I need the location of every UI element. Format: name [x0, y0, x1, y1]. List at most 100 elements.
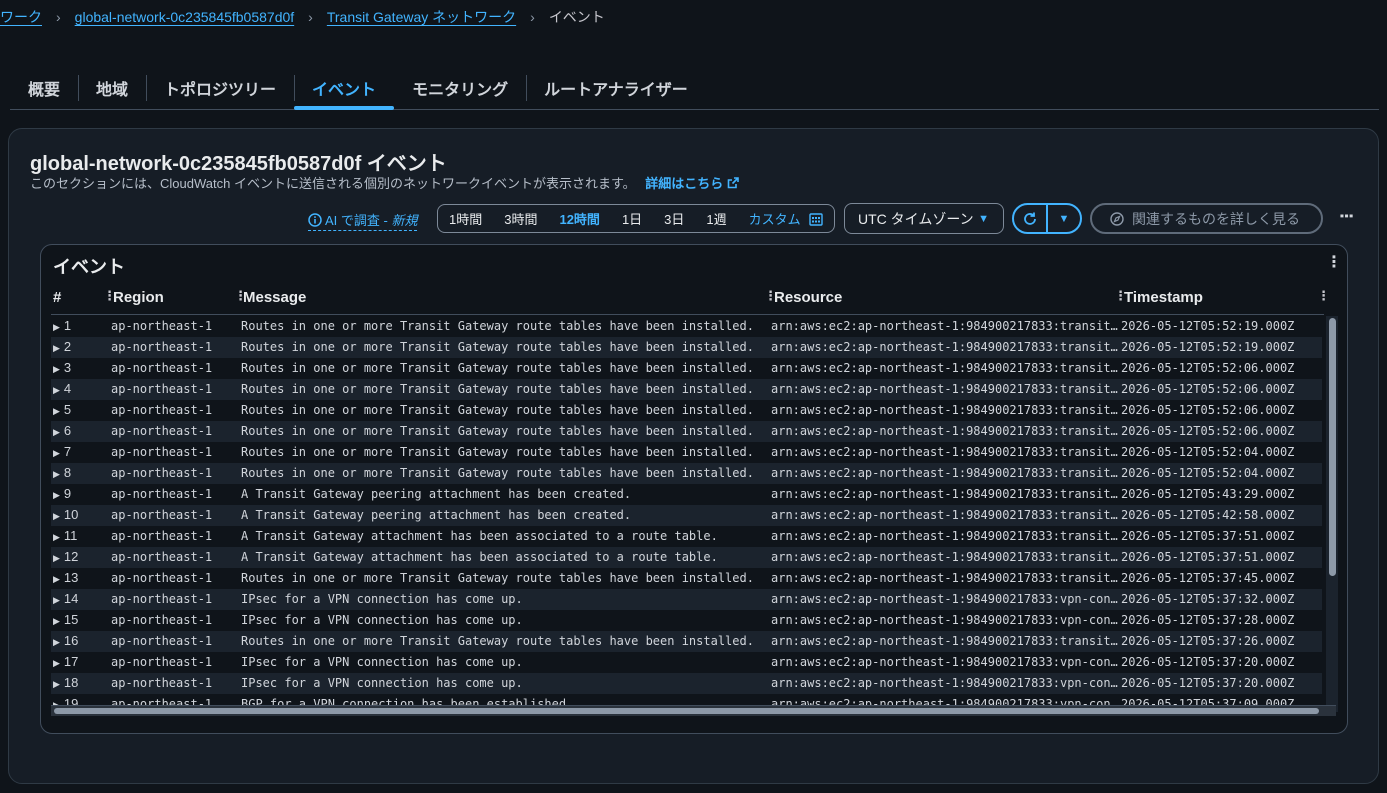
table-row[interactable]: ▶ 11 ap-northeast-1 A Transit Gateway attac… [51, 526, 1322, 547]
breadcrumb-item-transit-gateway-network[interactable]: Transit Gateway ネットワーク [327, 7, 516, 27]
table-row[interactable]: ▶ 1 ap-northeast-1 Routes in one or more Tr… [51, 316, 1322, 337]
calendar-icon[interactable] [808, 212, 823, 226]
expand-row-icon[interactable]: ▶ [53, 406, 60, 416]
horizontal-scrollbar[interactable] [51, 705, 1336, 716]
tab-regions[interactable]: 地域 [78, 66, 146, 109]
tab-topology-tree[interactable]: トポロジツリー [146, 66, 294, 109]
column-resize-handle[interactable] [764, 288, 777, 304]
cell-message: Routes in one or more Transit Gateway ro… [241, 382, 754, 396]
ai-investigate-label: AI で調査 - [325, 213, 392, 228]
table-row[interactable]: ▶ 10 ap-northeast-1 A Transit Gateway peeri… [51, 505, 1322, 526]
expand-row-icon[interactable]: ▶ [53, 385, 60, 395]
more-actions-icon[interactable]: ⋮ [1337, 208, 1354, 224]
expand-row-icon[interactable]: ▶ [53, 448, 60, 458]
expand-row-icon[interactable]: ▶ [53, 322, 60, 332]
cell-timestamp: 2026-05-12T05:37:20.000Z [1121, 676, 1295, 690]
row-number: ▶ 4 [53, 381, 103, 396]
expand-row-icon[interactable]: ▶ [53, 574, 60, 584]
column-header-timestamp[interactable]: Timestamp [1124, 289, 1203, 306]
expand-row-icon[interactable]: ▶ [53, 637, 60, 647]
cell-resource: arn:aws:ec2:ap-northeast-1:984900217833:… [771, 487, 1118, 501]
table-row[interactable]: ▶ 6 ap-northeast-1 Routes in one or more Tr… [51, 421, 1322, 442]
time-range-selector: 1時間 3時間 12時間 1日 3日 1週 カスタム [437, 204, 835, 233]
learn-more-link[interactable]: 詳細はこちら [645, 176, 740, 191]
panel-actions-icon[interactable]: ⋮ [1326, 255, 1342, 271]
refresh-options-dropdown[interactable]: ▼ [1046, 205, 1080, 232]
row-number: ▶ 11 [53, 528, 103, 543]
range-1d[interactable]: 1日 [622, 209, 642, 228]
tab-overview[interactable]: 概要 [10, 66, 78, 109]
column-header-resource[interactable]: Resource [774, 289, 842, 306]
table-row[interactable]: ▶ 18 ap-northeast-1 IPsec for a VPN connect… [51, 673, 1322, 694]
cell-message: Routes in one or more Transit Gateway ro… [241, 340, 754, 354]
expand-row-icon[interactable]: ▶ [53, 553, 60, 563]
column-header-number[interactable]: # [53, 289, 61, 306]
range-custom[interactable]: カスタム [749, 209, 801, 228]
range-1h[interactable]: 1時間 [449, 209, 482, 228]
cell-region: ap-northeast-1 [111, 466, 213, 480]
explore-related-label: 関連するものを詳しく見る [1132, 210, 1300, 227]
cell-region: ap-northeast-1 [111, 676, 213, 690]
range-1w[interactable]: 1週 [706, 209, 726, 228]
vertical-scrollbar[interactable] [1326, 316, 1338, 712]
cell-timestamp: 2026-05-12T05:52:04.000Z [1121, 466, 1295, 480]
timezone-select[interactable]: UTC タイムゾーン ▼ [844, 203, 1004, 234]
expand-row-icon[interactable]: ▶ [53, 658, 60, 668]
cell-resource: arn:aws:ec2:ap-northeast-1:984900217833:… [771, 466, 1118, 480]
column-header-region[interactable]: Region [113, 289, 164, 306]
expand-row-icon[interactable]: ▶ [53, 469, 60, 479]
table-row[interactable]: ▶ 5 ap-northeast-1 Routes in one or more Tr… [51, 400, 1322, 421]
cell-region: ap-northeast-1 [111, 403, 213, 417]
column-resize-handle[interactable] [234, 288, 247, 304]
table-row[interactable]: ▶ 12 ap-northeast-1 A Transit Gateway attac… [51, 547, 1322, 568]
table-row[interactable]: ▶ 14 ap-northeast-1 IPsec for a VPN connect… [51, 589, 1322, 610]
ai-investigate-link[interactable]: AI で調査 - 新規 [308, 210, 418, 231]
expand-row-icon[interactable]: ▶ [53, 511, 60, 521]
table-row[interactable]: ▶ 4 ap-northeast-1 Routes in one or more Tr… [51, 379, 1322, 400]
row-number-value: 15 [63, 612, 79, 627]
vertical-scrollbar-thumb[interactable] [1329, 318, 1336, 576]
horizontal-scrollbar-thumb[interactable] [54, 708, 1319, 714]
cell-region: ap-northeast-1 [111, 592, 213, 606]
table-row[interactable]: ▶ 17 ap-northeast-1 IPsec for a VPN connect… [51, 652, 1322, 673]
table-row[interactable]: ▶ 15 ap-northeast-1 IPsec for a VPN connect… [51, 610, 1322, 631]
column-resize-handle[interactable] [103, 288, 116, 304]
breadcrumb-item-network[interactable]: ワーク [0, 7, 42, 27]
table-row[interactable]: ▶ 9 ap-northeast-1 A Transit Gateway peerin… [51, 484, 1322, 505]
explore-related-button[interactable]: 関連するものを詳しく見る [1090, 203, 1323, 234]
breadcrumb-item-global-network[interactable]: global-network-0c235845fb0587d0f [75, 9, 295, 25]
cell-message: Routes in one or more Transit Gateway ro… [241, 319, 754, 333]
row-number: ▶ 3 [53, 360, 103, 375]
table-row[interactable]: ▶ 7 ap-northeast-1 Routes in one or more Tr… [51, 442, 1322, 463]
table-row[interactable]: ▶ 8 ap-northeast-1 Routes in one or more Tr… [51, 463, 1322, 484]
table-row[interactable]: ▶ 16 ap-northeast-1 Routes in one or more T… [51, 631, 1322, 652]
column-header-message[interactable]: Message [243, 289, 306, 306]
cell-message: Routes in one or more Transit Gateway ro… [241, 403, 754, 417]
range-3d[interactable]: 3日 [664, 209, 684, 228]
cell-resource: arn:aws:ec2:ap-northeast-1:984900217833:… [771, 676, 1118, 690]
range-3h[interactable]: 3時間 [504, 209, 537, 228]
expand-row-icon[interactable]: ▶ [53, 364, 60, 374]
cell-message: Routes in one or more Transit Gateway ro… [241, 634, 754, 648]
cell-timestamp: 2026-05-12T05:52:19.000Z [1121, 340, 1295, 354]
expand-row-icon[interactable]: ▶ [53, 532, 60, 542]
expand-row-icon[interactable]: ▶ [53, 427, 60, 437]
cell-message: A Transit Gateway attachment has been as… [241, 550, 718, 564]
tab-monitoring[interactable]: モニタリング [394, 66, 526, 109]
cell-timestamp: 2026-05-12T05:52:19.000Z [1121, 319, 1295, 333]
table-row[interactable]: ▶ 2 ap-northeast-1 Routes in one or more Tr… [51, 337, 1322, 358]
column-resize-handle[interactable] [1317, 288, 1330, 304]
refresh-button[interactable] [1014, 205, 1046, 232]
expand-row-icon[interactable]: ▶ [53, 679, 60, 689]
tab-route-analyzer[interactable]: ルートアナライザー [526, 66, 706, 109]
tab-events[interactable]: イベント [294, 66, 395, 110]
expand-row-icon[interactable]: ▶ [53, 616, 60, 626]
table-row[interactable]: ▶ 3 ap-northeast-1 Routes in one or more Tr… [51, 358, 1322, 379]
range-12h[interactable]: 12時間 [559, 209, 599, 228]
expand-row-icon[interactable]: ▶ [53, 595, 60, 605]
expand-row-icon[interactable]: ▶ [53, 343, 60, 353]
column-resize-handle[interactable] [1114, 288, 1127, 304]
expand-row-icon[interactable]: ▶ [53, 490, 60, 500]
table-row[interactable]: ▶ 13 ap-northeast-1 Routes in one or more T… [51, 568, 1322, 589]
row-number: ▶ 6 [53, 423, 103, 438]
